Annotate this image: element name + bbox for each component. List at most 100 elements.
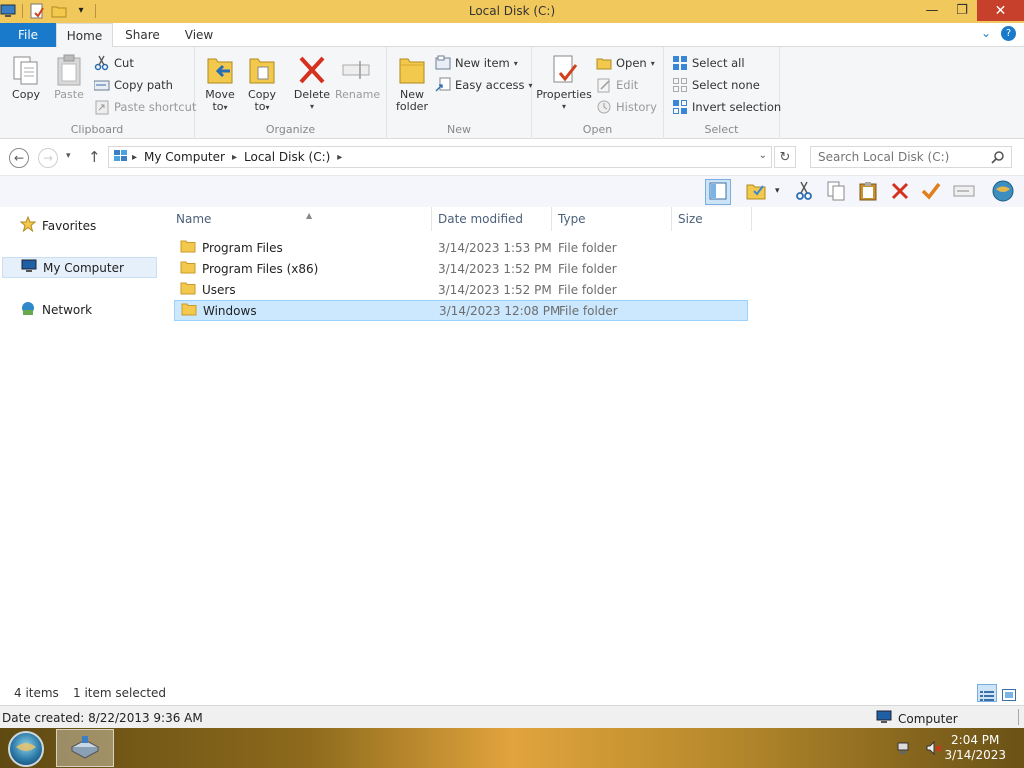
forward-button[interactable]: → bbox=[38, 148, 58, 168]
invert-selection-button[interactable]: Invert selection bbox=[672, 99, 781, 115]
table-row[interactable]: Program Files (x86) 3/14/2023 1:52 PM Fi… bbox=[174, 258, 748, 279]
copy-to-button[interactable]: Copy to▾ bbox=[245, 53, 279, 114]
cut-tool-button[interactable] bbox=[791, 179, 817, 205]
search-icon[interactable] bbox=[991, 150, 1005, 167]
expand-ribbon-icon[interactable]: ⌄ bbox=[981, 26, 991, 41]
delete-button[interactable]: Delete ▾ bbox=[293, 53, 331, 113]
move-to-button[interactable]: Move to▾ bbox=[203, 53, 237, 114]
copy-tool-button[interactable] bbox=[823, 179, 849, 205]
table-row[interactable]: Users 3/14/2023 1:52 PM File folder bbox=[174, 279, 748, 300]
file-date-modified: 3/14/2023 1:52 PM bbox=[438, 282, 552, 297]
breadcrumb-separator-icon[interactable]: ▸ bbox=[132, 152, 137, 163]
copy-label: Copy bbox=[12, 88, 40, 101]
paste-button[interactable]: Paste bbox=[50, 53, 88, 101]
file-type: File folder bbox=[558, 240, 617, 255]
column-header-date-modified[interactable]: Date modified bbox=[432, 207, 552, 231]
breadcrumb-separator-icon[interactable]: ▸ bbox=[232, 152, 237, 163]
copy-button[interactable]: Copy bbox=[8, 53, 44, 101]
selection-count: 1 item selected bbox=[73, 686, 167, 700]
recent-locations-chevron-icon[interactable]: ▾ bbox=[66, 151, 71, 161]
file-date-modified: 3/14/2023 12:08 PM bbox=[439, 303, 561, 318]
file-name: Users bbox=[202, 282, 236, 297]
select-all-button[interactable]: Select all bbox=[672, 55, 745, 71]
layout-pane-icon bbox=[709, 182, 727, 203]
scissors-icon bbox=[795, 181, 813, 204]
edit-button[interactable]: Edit bbox=[596, 77, 638, 93]
rename-button[interactable]: Rename bbox=[335, 53, 380, 101]
open-button[interactable]: Open ▾ bbox=[596, 55, 655, 71]
refresh-button[interactable]: ↻ bbox=[774, 146, 796, 168]
new-item-button[interactable]: New item ▾ bbox=[435, 55, 518, 71]
date-created-text: Date created: 8/22/2013 9:36 AM bbox=[2, 711, 203, 725]
computer-icon bbox=[113, 149, 129, 166]
resize-grip-icon[interactable] bbox=[1018, 709, 1020, 725]
properties-button[interactable]: Properties ▾ bbox=[536, 53, 592, 113]
tab-view[interactable]: View bbox=[180, 23, 218, 47]
paste-tool-button[interactable] bbox=[855, 179, 881, 205]
properties-tool-button[interactable] bbox=[918, 179, 944, 205]
network-status-icon[interactable] bbox=[896, 740, 912, 759]
properties-label: Properties bbox=[536, 88, 592, 101]
address-bar[interactable]: ▸ My Computer ▸ Local Disk (C:) ▸ ⌄ bbox=[108, 146, 772, 168]
zone-label: Computer bbox=[898, 711, 958, 726]
new-folder-button[interactable]: New folder bbox=[393, 53, 431, 113]
internet-tool-button[interactable] bbox=[990, 179, 1016, 205]
window-title: Local Disk (C:) bbox=[468, 4, 556, 18]
select-none-button[interactable]: Select none bbox=[672, 77, 760, 93]
paste-shortcut-button[interactable]: Paste shortcut bbox=[94, 99, 196, 115]
help-icon[interactable]: ? bbox=[1001, 26, 1016, 41]
maximize-button[interactable]: ❐ bbox=[947, 0, 977, 21]
taskbar-explorer-button[interactable] bbox=[56, 729, 114, 767]
breadcrumb-local-disk[interactable]: Local Disk (C:) bbox=[244, 150, 330, 164]
cut-button[interactable]: Cut bbox=[94, 55, 134, 71]
column-header-size[interactable]: Size bbox=[672, 207, 752, 231]
search-input[interactable] bbox=[811, 147, 981, 167]
system-clock[interactable]: 2:04 PM 3/14/2023 bbox=[944, 733, 1006, 763]
folder-options-button[interactable] bbox=[743, 179, 769, 205]
status-bar: 4 items 1 item selected bbox=[0, 681, 1024, 705]
search-box[interactable] bbox=[810, 146, 1012, 168]
nav-item-my-computer[interactable]: My Computer bbox=[2, 257, 157, 278]
column-header-type[interactable]: Type bbox=[552, 207, 672, 231]
rename-field-icon bbox=[953, 184, 975, 201]
start-button[interactable] bbox=[8, 731, 44, 767]
up-arrow-icon[interactable]: ↑ bbox=[88, 148, 101, 166]
copy-to-label-line2: to▾ bbox=[254, 100, 270, 113]
volume-muted-icon[interactable] bbox=[926, 740, 942, 759]
invert-selection-icon bbox=[672, 99, 688, 115]
minimize-button[interactable]: — bbox=[917, 0, 947, 21]
file-type: File folder bbox=[558, 261, 617, 276]
breadcrumb-separator-icon[interactable]: ▸ bbox=[337, 152, 342, 163]
folder-options-dropdown-icon[interactable]: ▾ bbox=[775, 186, 780, 196]
column-header-name[interactable]: Name ▲ bbox=[170, 207, 432, 231]
organize-group-label: Organize bbox=[265, 123, 316, 136]
close-button[interactable]: ✕ bbox=[977, 0, 1024, 21]
rename-tool-button[interactable] bbox=[951, 179, 977, 205]
preview-pane-button[interactable] bbox=[705, 179, 731, 205]
tab-share[interactable]: Share bbox=[120, 23, 165, 47]
edit-label: Edit bbox=[616, 78, 639, 92]
table-row[interactable]: Program Files 3/14/2023 1:53 PM File fol… bbox=[174, 237, 748, 258]
nav-item-favorites[interactable]: Favorites bbox=[2, 215, 157, 236]
globe-icon bbox=[992, 180, 1014, 205]
history-button[interactable]: History bbox=[596, 99, 657, 115]
new-group: New folder New item ▾ Easy access ▾ New bbox=[387, 47, 533, 139]
file-name: Program Files bbox=[202, 240, 283, 255]
tab-home[interactable]: Home bbox=[56, 23, 113, 48]
file-date-modified: 3/14/2023 1:53 PM bbox=[438, 240, 552, 255]
back-button[interactable]: ← bbox=[9, 148, 29, 168]
window-controls: — ❐ ✕ bbox=[917, 0, 1024, 21]
large-icons-view-button[interactable] bbox=[999, 684, 1019, 702]
details-view-button[interactable] bbox=[977, 684, 997, 702]
delete-tool-button[interactable] bbox=[887, 179, 913, 205]
ribbon-help-area: ⌄ ? bbox=[981, 26, 1016, 41]
nav-item-network[interactable]: Network bbox=[2, 299, 157, 320]
table-row-selected[interactable]: Windows 3/14/2023 12:08 PM File folder bbox=[174, 300, 748, 321]
easy-access-button[interactable]: Easy access ▾ bbox=[435, 77, 533, 93]
ribbon-tabs: File Home Share View ⌄ ? bbox=[0, 23, 1024, 48]
address-dropdown-icon[interactable]: ⌄ bbox=[759, 150, 767, 161]
tab-file[interactable]: File bbox=[0, 23, 56, 47]
copy-path-button[interactable]: Copy path bbox=[93, 77, 173, 93]
star-icon bbox=[19, 215, 37, 235]
breadcrumb-my-computer[interactable]: My Computer bbox=[144, 150, 225, 164]
